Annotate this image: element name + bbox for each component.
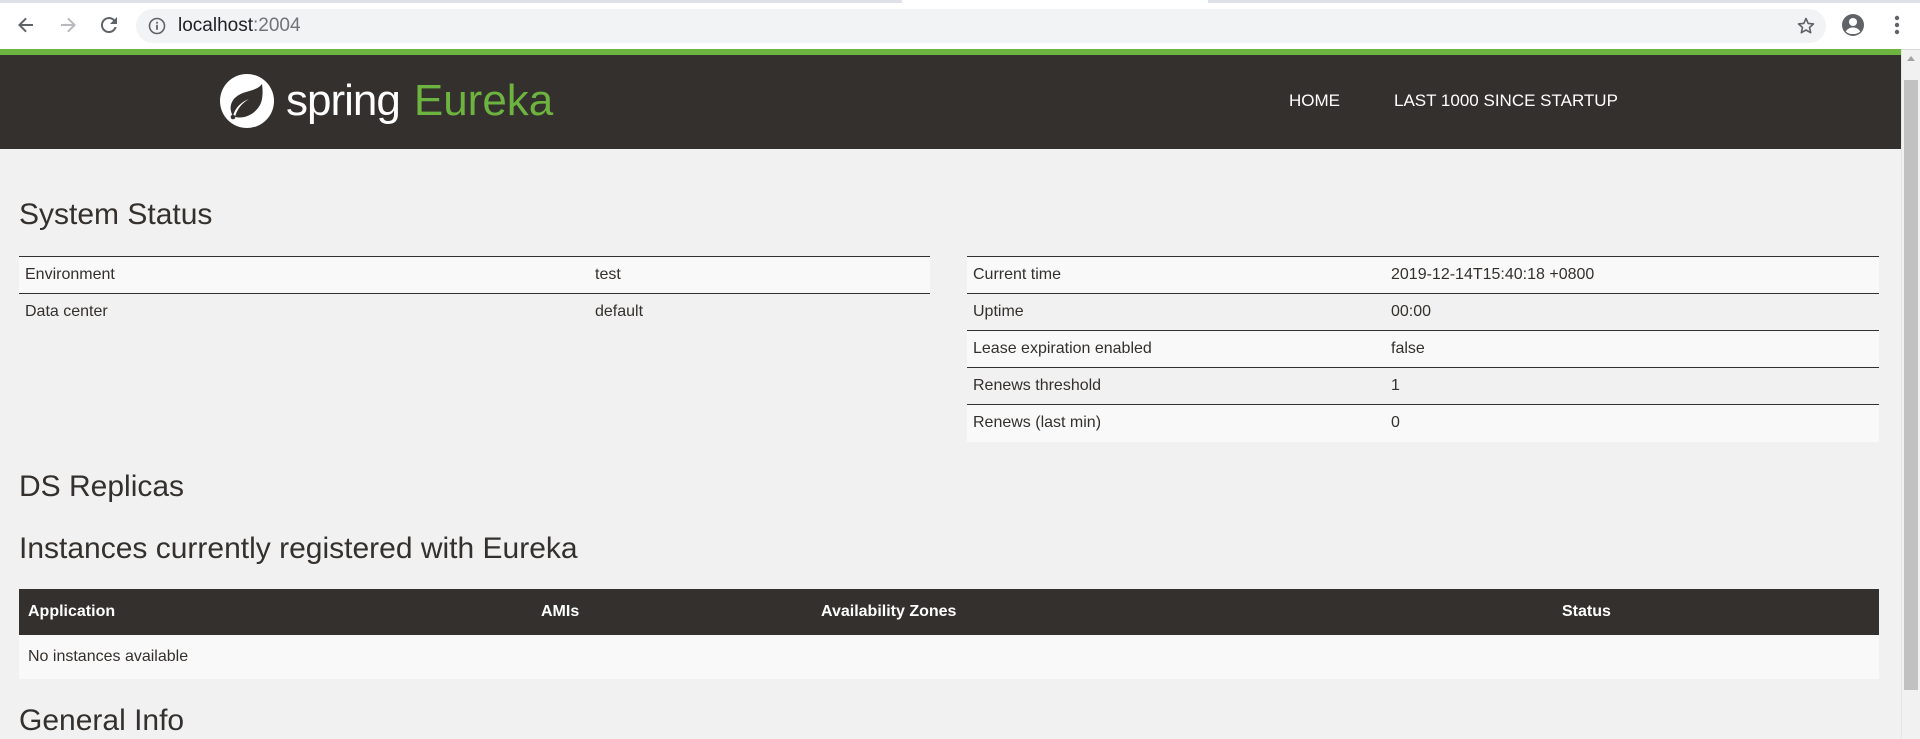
reload-icon[interactable] [95,11,123,39]
status-key: Renews (last min) [967,404,1385,442]
nav-last-1000-link[interactable]: LAST 1000 SINCE STARTUP [1394,91,1618,111]
url-text[interactable]: localhost:2004 [178,16,301,36]
table-row: Renews threshold 1 [967,367,1879,405]
system-status-left-table: Environment test Data center default [19,256,930,331]
status-value: test [589,256,930,294]
column-header-application: Application [19,589,532,635]
forward-icon[interactable] [54,11,82,39]
url-port: :2004 [253,15,301,36]
url-host: localhost [178,15,253,36]
spring-leaf-icon [220,74,274,128]
table-row: Uptime 00:00 [967,293,1879,331]
table-row: Current time 2019-12-14T15:40:18 +0800 [967,256,1879,294]
status-value: false [1385,330,1879,368]
scroll-up-arrow-icon[interactable] [1907,56,1915,61]
status-value: 1 [1385,367,1879,405]
status-key: Uptime [967,293,1385,331]
eureka-navbar: spring Eureka HOME LAST 1000 SINCE START… [0,49,1901,149]
column-header-amis: AMIs [532,589,812,635]
table-row: Environment test [19,256,930,294]
instances-heading: Instances currently registered with Eure… [19,532,578,565]
table-row: Lease expiration enabled false [967,330,1879,368]
spring-eureka-logo[interactable]: spring Eureka [218,73,553,129]
table-row: No instances available [19,635,1879,679]
status-key: Environment [19,256,589,294]
no-instances-text: No instances available [19,635,1879,679]
status-key: Renews threshold [967,367,1385,405]
status-key: Lease expiration enabled [967,330,1385,368]
back-icon[interactable] [12,11,40,39]
active-tab[interactable] [902,0,1208,3]
menu-icon[interactable] [1884,12,1910,38]
column-header-availability-zones: Availability Zones [812,589,1553,635]
table-header-row: Application AMIs Availability Zones Stat… [19,589,1879,635]
logo-eureka-text: Eureka [413,76,554,125]
page-scrollbar[interactable] [1901,50,1920,739]
status-value: 00:00 [1385,293,1879,331]
star-icon[interactable] [1796,16,1816,36]
system-status-right-table: Current time 2019-12-14T15:40:18 +0800 U… [967,256,1879,442]
system-status-heading: System Status [19,198,213,231]
logo-spring-text: spring [286,76,401,125]
status-key: Current time [967,256,1385,294]
scrollbar-thumb[interactable] [1904,80,1918,690]
table-row: Data center default [19,293,930,331]
status-key: Data center [19,293,589,331]
address-bar[interactable]: localhost:2004 [136,9,1826,43]
column-header-status: Status [1553,589,1879,635]
status-value: 2019-12-14T15:40:18 +0800 [1385,256,1879,294]
status-value: default [589,293,930,331]
account-icon[interactable] [1840,12,1866,38]
info-icon[interactable] [148,17,166,35]
browser-toolbar: localhost:2004 [0,0,1920,50]
tab-strip [0,0,1920,3]
general-info-heading: General Info [19,704,185,737]
instances-table: Application AMIs Availability Zones Stat… [19,589,1879,679]
nav-home-link[interactable]: HOME [1289,91,1340,111]
status-value: 0 [1385,404,1879,442]
table-row: Renews (last min) 0 [967,404,1879,442]
ds-replicas-heading: DS Replicas [19,470,185,503]
